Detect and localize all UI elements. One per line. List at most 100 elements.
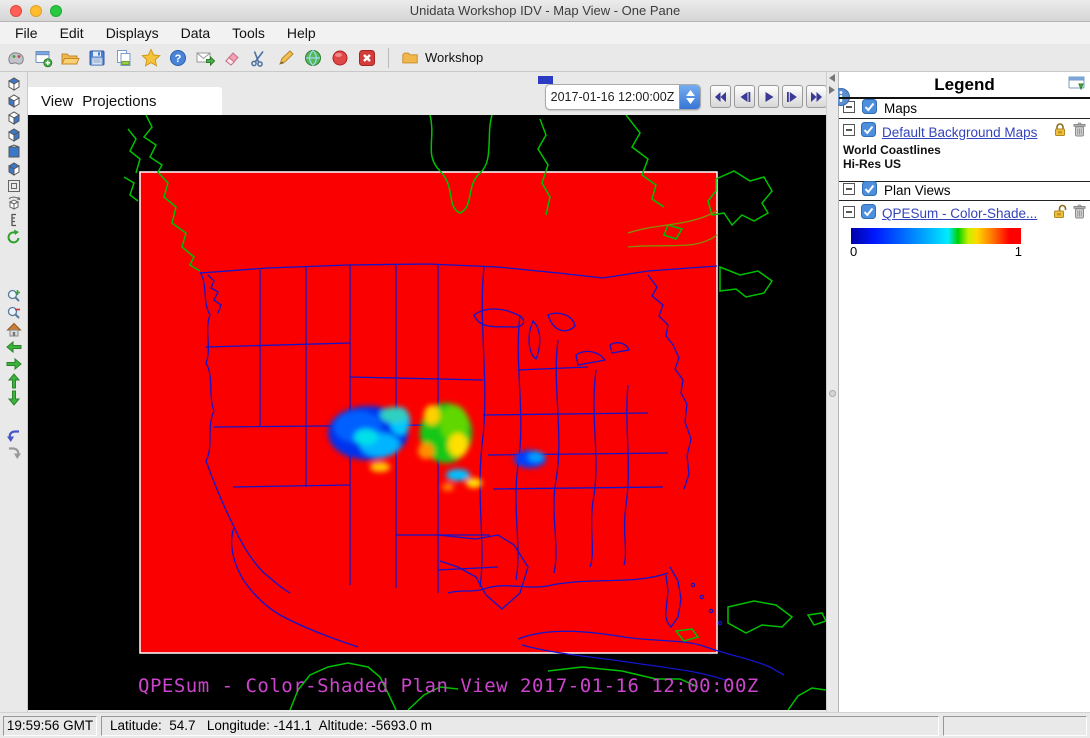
- erase-displays-icon[interactable]: [222, 48, 242, 68]
- pan-down-icon[interactable]: [5, 389, 23, 406]
- folder-icon: [400, 48, 420, 68]
- new-window-icon[interactable]: [33, 48, 53, 68]
- status-bar: 19:59:56 GMT Latitude: 54.7 Longitude: -…: [0, 712, 1090, 738]
- main-toolbar: ? Workshop: [0, 44, 1090, 72]
- lock-closed-icon[interactable]: [1053, 122, 1067, 142]
- float-legend-icon[interactable]: [1068, 76, 1086, 96]
- window-title: Unidata Workshop IDV - Map View - One Pa…: [409, 3, 681, 18]
- exit-icon[interactable]: [357, 48, 377, 68]
- collapse-box-icon[interactable]: [843, 205, 855, 223]
- pan-up-icon[interactable]: [5, 372, 23, 389]
- legend-panel: Legend Maps Default Background Maps Worl…: [838, 72, 1090, 712]
- workshop-label: Workshop: [425, 50, 484, 65]
- view-menu[interactable]: View: [41, 93, 73, 110]
- maps-group-checkbox[interactable]: [862, 98, 877, 119]
- projections-menu[interactable]: Projections: [82, 93, 156, 110]
- copy-icon[interactable]: [114, 48, 134, 68]
- help-icon[interactable]: ?: [168, 48, 188, 68]
- go-to-end-button[interactable]: [806, 85, 827, 108]
- view-toolbar: [0, 72, 28, 712]
- wireframe-box-icon[interactable]: [5, 177, 23, 194]
- time-value: 2017-01-16 12:00:00Z: [550, 90, 675, 104]
- send-support-icon[interactable]: [195, 48, 215, 68]
- background-maps-checkbox[interactable]: [861, 122, 876, 142]
- undo-icon[interactable]: [5, 426, 23, 443]
- save-icon[interactable]: [87, 48, 107, 68]
- favorites-icon[interactable]: [141, 47, 161, 68]
- rotate-view-icon[interactable]: [5, 194, 23, 211]
- vertical-scale-icon[interactable]: [5, 211, 23, 228]
- trash-icon[interactable]: [1073, 122, 1086, 142]
- content-area: View Projections 2017-01-16 12:00:00Z QP…: [0, 72, 1090, 712]
- cube-north-view-icon[interactable]: [5, 109, 23, 126]
- map-caption: QPESum - Color-Shaded Plan View 2017-01-…: [138, 675, 759, 697]
- pan-left-icon[interactable]: [5, 338, 23, 355]
- plan-views-group-label: Plan Views: [884, 183, 951, 199]
- layer-world-coastlines: World Coastlines: [843, 143, 941, 157]
- plan-views-group-header: Plan Views: [839, 180, 1090, 201]
- legend-header: Legend: [839, 72, 1090, 99]
- workshop-favorite[interactable]: Workshop: [400, 48, 483, 68]
- globe-icon[interactable]: [303, 48, 323, 68]
- home-view-icon[interactable]: [5, 321, 23, 338]
- qpesum-checkbox[interactable]: [861, 203, 876, 224]
- time-slider-marker[interactable]: [538, 76, 553, 84]
- view-menus: View Projections: [28, 87, 222, 115]
- maps-group-header: Maps: [839, 98, 1090, 119]
- idv-map-view-window: Unidata Workshop IDV - Map View - One Pa…: [0, 0, 1090, 738]
- time-select[interactable]: 2017-01-16 12:00:00Z: [545, 84, 701, 110]
- cube-east-view-icon[interactable]: [5, 126, 23, 143]
- redo-icon[interactable]: [5, 443, 23, 460]
- maps-group-label: Maps: [884, 101, 918, 116]
- menu-data[interactable]: Data: [170, 22, 222, 44]
- collapse-left-icon[interactable]: [829, 74, 835, 82]
- legend-colorbar[interactable]: [851, 227, 1021, 244]
- legend-splitter[interactable]: [826, 72, 838, 712]
- menu-tools[interactable]: Tools: [221, 22, 276, 44]
- zoom-in-icon[interactable]: [5, 287, 23, 304]
- toolbar-separator: [388, 47, 389, 68]
- play-button[interactable]: [758, 85, 779, 108]
- open-file-icon[interactable]: [60, 48, 80, 68]
- lock-open-icon[interactable]: [1053, 204, 1067, 224]
- collapse-box-icon[interactable]: [843, 123, 855, 141]
- colorbar-min: 0: [850, 243, 858, 259]
- menu-file[interactable]: File: [4, 22, 49, 44]
- edit-icon[interactable]: [276, 48, 296, 68]
- auto-rotate-icon[interactable]: [5, 228, 23, 245]
- menu-help[interactable]: Help: [276, 22, 327, 44]
- colorbar-labels: 0 1: [850, 244, 1022, 259]
- collapse-right-icon[interactable]: [829, 86, 835, 94]
- menu-edit[interactable]: Edit: [49, 22, 95, 44]
- qpesum-display-row: QPESum - Color-Shade...: [839, 201, 1090, 225]
- cube-top-view-icon[interactable]: [5, 75, 23, 92]
- menu-bar: File Edit Displays Data Tools Help: [0, 22, 1090, 44]
- cube-south-view-icon[interactable]: [5, 143, 23, 160]
- map-view-pane: View Projections 2017-01-16 12:00:00Z QP…: [28, 72, 850, 712]
- map-display[interactable]: QPESum - Color-Shaded Plan View 2017-01-…: [28, 114, 828, 711]
- pan-right-icon[interactable]: [5, 355, 23, 372]
- cursor-position-display: Latitude: 54.7 Longitude: -141.1 Altitud…: [101, 715, 939, 736]
- dashboard-icon[interactable]: [6, 48, 26, 68]
- layer-hires-us: Hi-Res US: [843, 157, 902, 172]
- menu-displays[interactable]: Displays: [95, 22, 170, 44]
- splitter-grip[interactable]: [829, 390, 836, 397]
- collapse-box-icon[interactable]: [843, 182, 855, 200]
- background-maps-link[interactable]: Default Background Maps: [882, 125, 1047, 140]
- cut-icon[interactable]: [249, 48, 269, 68]
- zoom-out-icon[interactable]: [5, 304, 23, 321]
- svg-text:?: ?: [175, 53, 182, 65]
- stop-loads-icon[interactable]: [330, 48, 350, 68]
- status-filler: [943, 715, 1087, 736]
- go-to-start-button[interactable]: [710, 85, 731, 108]
- cube-bottom-view-icon[interactable]: [5, 92, 23, 109]
- plan-views-checkbox[interactable]: [862, 180, 877, 201]
- trash-icon[interactable]: [1073, 204, 1086, 224]
- step-forward-button[interactable]: [782, 85, 803, 108]
- map-topbar: View Projections 2017-01-16 12:00:00Z: [28, 72, 850, 115]
- clock-display: 19:59:56 GMT: [3, 715, 97, 736]
- cube-west-view-icon[interactable]: [5, 160, 23, 177]
- step-back-button[interactable]: [734, 85, 755, 108]
- qpesum-display-link[interactable]: QPESum - Color-Shade...: [882, 206, 1047, 221]
- time-spinner[interactable]: [679, 85, 700, 109]
